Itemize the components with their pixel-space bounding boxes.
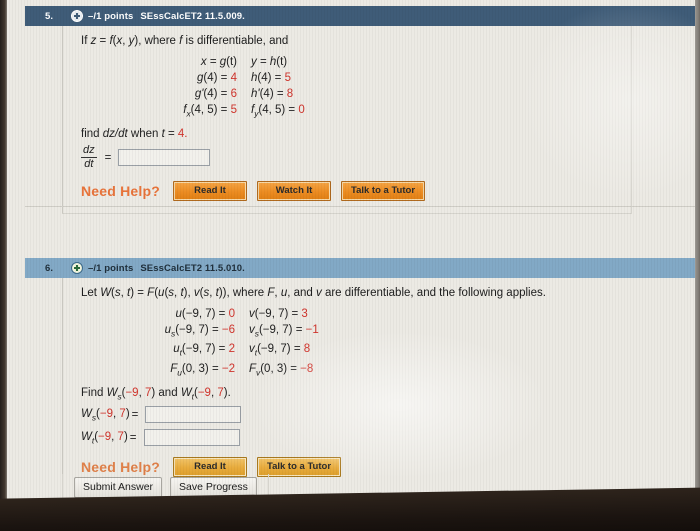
- question-5-code: SEssCalcET2 11.5.009.: [140, 10, 245, 22]
- fraction-denominator: dt: [84, 158, 94, 171]
- submit-answer-button[interactable]: Submit Answer: [74, 477, 163, 498]
- equation-left-2: g'(4) = 6: [194, 88, 237, 100]
- dz-dt-answer-input[interactable]: [118, 149, 211, 167]
- expand-plus-icon[interactable]: [71, 10, 83, 22]
- ws-answer-label: Ws(−9, 7): [81, 407, 130, 422]
- equation-right-2: vt(−9, 7) = 8: [249, 343, 311, 358]
- question-5-answer-row: dz dt =: [81, 145, 631, 170]
- question-block-5: 5. –/1 points SEssCalcET2 11.5.009. If z…: [7, 6, 695, 215]
- monitor-left-bezel: [0, 0, 7, 531]
- equation-right-0: v(−9, 7) = 3: [249, 308, 308, 320]
- webassign-page: 5. –/1 points SEssCalcET2 11.5.009. If z…: [7, 0, 695, 505]
- wt-answer-input[interactable]: [143, 429, 240, 447]
- question-5-body: If z = f(x, y), where f is differentiabl…: [62, 26, 632, 215]
- equation-left-1: g(4) = 4: [197, 72, 237, 84]
- dz-dt-fraction: dz dt: [81, 145, 97, 170]
- find-seg-c: =: [164, 128, 178, 141]
- equation-left-0: u(−9, 7) = 0: [175, 308, 235, 320]
- talk-to-tutor-button-5[interactable]: Talk to a Tutor: [341, 181, 426, 202]
- equation-right-3: Fv(0, 3) = −8: [249, 362, 314, 377]
- question-5-find-line: find dz/dt when t = 4.: [81, 128, 631, 140]
- find-val: 4.: [177, 128, 188, 141]
- ws-equals-sign: =: [131, 408, 139, 421]
- equation-right-2: h'(4) = 8: [251, 88, 294, 100]
- question-6-answer-row-1: Ws(−9, 7) =: [81, 406, 695, 424]
- equation-left-2: ut(−9, 7) = 2: [173, 343, 235, 358]
- find-seg-a: find: [81, 128, 103, 141]
- wt-answer-label: Wt(−9, 7): [81, 430, 128, 445]
- equation-right-1: h(4) = 5: [251, 72, 291, 84]
- question-6-answer-row-2: Wt(−9, 7) =: [81, 429, 695, 447]
- question-6-points: –/1 points: [88, 262, 134, 274]
- equation-left-0: x = g(t): [200, 56, 237, 68]
- monitor-photo: 5. –/1 points SEssCalcET2 11.5.009. If z…: [0, 0, 700, 531]
- question-5-header: 5. –/1 points SEssCalcET2 11.5.009.: [25, 6, 695, 26]
- question-6-code: SEssCalcET2 11.5.010.: [140, 262, 245, 274]
- equation-left-1: us(−9, 7) = −6: [164, 324, 235, 339]
- wt-equals-sign: =: [129, 431, 137, 444]
- monitor-right-bezel: [695, 0, 700, 531]
- prompt-seg-b: =: [96, 35, 110, 47]
- prompt-seg-a: If: [81, 35, 91, 47]
- question-6-header: 6. –/1 points SEssCalcET2 11.5.010.: [25, 258, 695, 278]
- equation-right-3: fy(4, 5) = 0: [251, 104, 305, 119]
- expand-plus-icon[interactable]: [71, 262, 83, 274]
- question-6-given-values: u(−9, 7) = 0 v(−9, 7) = 3 us(−9, 7) = −6 vs…: [89, 306, 695, 380]
- read-it-button-5[interactable]: Read It: [173, 181, 248, 202]
- prompt-seg-g: is differentiable, and: [182, 35, 289, 47]
- equation-right-1: vs(−9, 7) = −1: [249, 324, 319, 339]
- prompt-seg-e: ), where: [134, 35, 180, 47]
- question-5-number: 5.: [45, 10, 54, 22]
- question-5-points: –/1 points: [88, 10, 134, 22]
- question-6-body: Let W(s, t) = F(u(s, t), v(s, t)), where…: [62, 278, 695, 490]
- question-5-help-row: Need Help? Read It Watch It Talk to a Tu…: [81, 181, 631, 202]
- talk-to-tutor-button-6[interactable]: Talk to a Tutor: [257, 457, 342, 478]
- question-block-6: 6. –/1 points SEssCalcET2 11.5.010. Let …: [7, 258, 695, 490]
- ws-answer-input[interactable]: [145, 406, 242, 424]
- answer-equals-sign: =: [104, 151, 112, 164]
- find-expr: dz/dt: [102, 128, 128, 141]
- question-6-number: 6.: [45, 262, 54, 274]
- need-help-label-5: Need Help?: [81, 183, 161, 200]
- question-6-find-line: Find Ws(−9, 7) and Wt(−9, 7).: [81, 386, 231, 402]
- equation-left-3: Fu(0, 3) = −2: [170, 362, 235, 377]
- fraction-numerator: dz: [81, 144, 97, 159]
- question-divider: [25, 206, 695, 207]
- watch-it-button-5[interactable]: Watch It: [257, 181, 332, 202]
- question-6-prompt: Let W(s, t) = F(u(s, t), v(s, t)), where…: [81, 287, 546, 299]
- find-seg-b: when: [127, 128, 162, 141]
- question-5-prompt: If z = f(x, y), where f is differentiabl…: [81, 35, 631, 47]
- equation-left-3: fx(4, 5) = 5: [183, 104, 237, 119]
- need-help-label-6: Need Help?: [81, 459, 161, 476]
- question-5-given-values: x = g(t) y = h(t) g(4) = 4 h(4) = 5 g'(4) = …: [81, 54, 631, 121]
- equation-right-0: y = h(t): [251, 56, 288, 68]
